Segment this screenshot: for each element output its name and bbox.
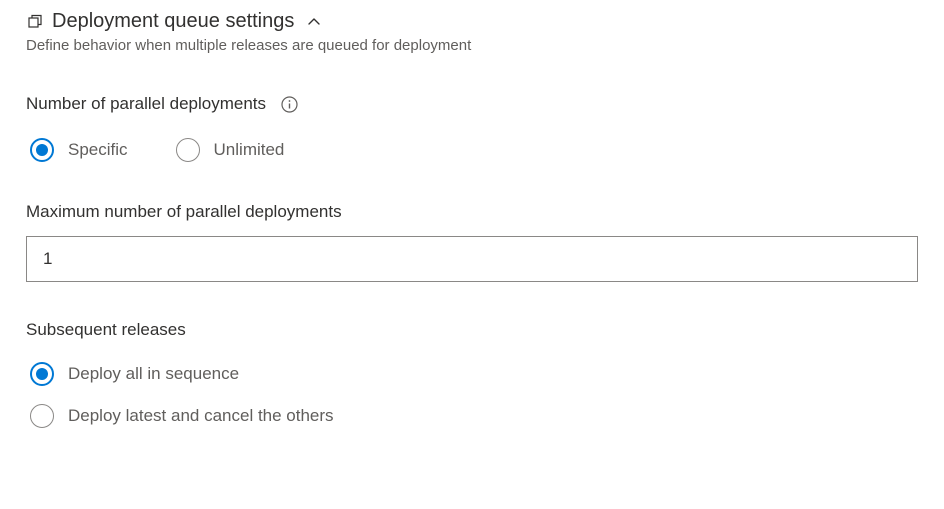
chevron-up-icon[interactable]: [306, 14, 322, 30]
radio-dot: [36, 368, 48, 380]
radio-deploy-latest-label: Deploy latest and cancel the others: [68, 406, 334, 426]
radio-circle: [30, 404, 54, 428]
subsequent-releases-label: Subsequent releases: [26, 320, 918, 340]
parallel-deployments-radio-group: Specific Unlimited: [30, 138, 918, 162]
max-parallel-field: Maximum number of parallel deployments: [26, 202, 918, 282]
section-header[interactable]: Deployment queue settings: [26, 10, 918, 33]
radio-specific-label: Specific: [68, 140, 128, 160]
copy-icon: [26, 13, 44, 31]
parallel-deployments-label: Number of parallel deployments: [26, 94, 266, 114]
max-parallel-label: Maximum number of parallel deployments: [26, 202, 918, 222]
max-parallel-input[interactable]: [26, 236, 918, 282]
radio-unlimited[interactable]: Unlimited: [176, 138, 285, 162]
radio-deploy-sequence[interactable]: Deploy all in sequence: [30, 362, 918, 386]
radio-circle: [30, 138, 54, 162]
subsequent-releases-radio-group: Deploy all in sequence Deploy latest and…: [30, 362, 918, 428]
radio-circle: [176, 138, 200, 162]
radio-unlimited-label: Unlimited: [214, 140, 285, 160]
radio-circle: [30, 362, 54, 386]
radio-dot: [36, 144, 48, 156]
parallel-deployments-label-row: Number of parallel deployments: [26, 94, 918, 114]
radio-specific[interactable]: Specific: [30, 138, 128, 162]
radio-deploy-sequence-label: Deploy all in sequence: [68, 364, 239, 384]
info-icon[interactable]: [280, 95, 298, 113]
radio-deploy-latest[interactable]: Deploy latest and cancel the others: [30, 404, 918, 428]
section-subtitle: Define behavior when multiple releases a…: [26, 37, 918, 54]
section-title: Deployment queue settings: [52, 10, 294, 33]
